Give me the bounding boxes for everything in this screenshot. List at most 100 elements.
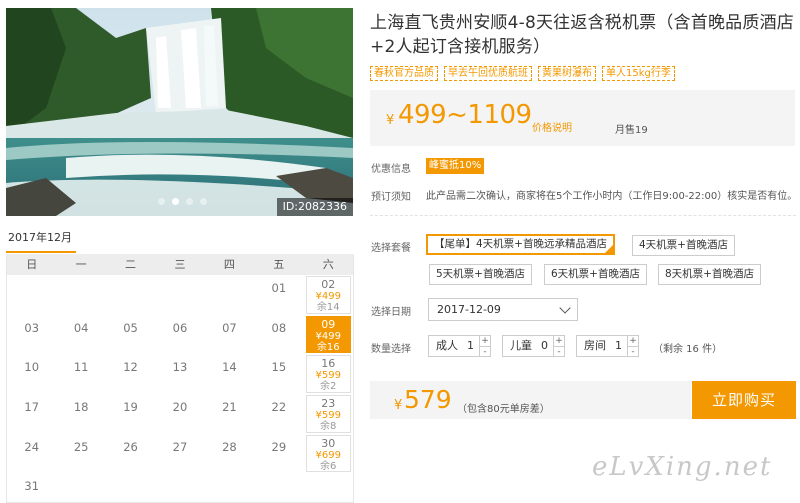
calendar-cell [56,275,105,315]
calendar-grid: 01 02 ¥499 余14 03 04 05 06 07 08 09 ¥499 余16 10 11 12 13… [7,275,353,503]
date-label: 选择日期 [371,307,411,318]
calendar-day-number: 07 [222,320,237,335]
feature-tag: 黄果树瀑布 [538,66,596,81]
carousel-dot[interactable] [186,198,193,205]
weekday-label: 三 [174,258,186,271]
calendar-cell: 09 ¥499 余16 [304,315,353,355]
room-value[interactable]: 1 [610,336,627,356]
calendar-day-number: 05 [123,320,138,335]
monthly-sales: 月售19 [615,125,648,136]
waterfall-image [6,8,353,216]
product-title: 上海直飞贵州安顺4-8天往返含税机票（含首晚品质酒店+2人起订含接机服务） [370,13,794,57]
package-option[interactable]: 6天机票+首晚酒店 [544,264,647,285]
calendar-day-number: 20 [172,400,188,415]
calendar-day-price: ¥499 [315,291,341,302]
calendar-cell: 30 ¥699 余6 [304,434,353,474]
calendar-cell: 15 [254,354,303,394]
room-label: 房间 [584,339,606,352]
watermark-logo: eLvXing.net [592,452,773,482]
room-plus-button[interactable]: + [628,336,638,346]
calendar-week-row: 01 02 ¥499 余14 [7,275,353,315]
child-stepper[interactable]: 儿童 0 + - [502,335,565,357]
calendar-cell: 03 [7,315,56,355]
calendar: 日一二三四五六 01 02 ¥499 余14 03 04 05 06 07 08 09 ¥499 余16… [6,254,354,503]
child-plus-button[interactable]: + [554,336,564,346]
calendar-day-number: 25 [73,439,89,454]
calendar-day-number: 16 [321,357,336,371]
weekday-label: 日 [26,258,38,271]
calendar-day-number: 12 [123,360,138,375]
calendar-week-row: 03 04 05 06 07 08 09 ¥499 余16 [7,315,353,355]
calendar-day-price: ¥699 [315,449,341,461]
calendar-cell [205,473,254,503]
calendar-day-selected[interactable]: 09 ¥499 余16 [305,315,351,354]
package-option[interactable]: 8天机票+首晚酒店 [658,264,761,285]
calendar-day-remaining: 余8 [320,421,337,433]
calendar-day-number: 03 [24,320,40,335]
calendar-month-tab[interactable]: 2017年12月 [6,229,76,253]
calendar-day-available[interactable]: 02 ¥499 余14 [305,276,351,314]
calendar-day-available[interactable]: 16 ¥599 余2 [305,355,351,394]
calendar-cell: 24 [7,434,56,474]
photo-id-label: ID:2082336 [276,198,353,216]
calendar-day-number: 01 [271,281,287,295]
package-option[interactable]: 5天机票+首晚酒店 [429,264,532,285]
carousel-dot[interactable] [200,198,207,205]
calendar-cell: 27 [155,434,204,474]
calendar-cell: 06 [155,315,204,355]
room-stepper[interactable]: 房间 1 + - [576,335,639,357]
chevron-down-icon [559,302,571,314]
adult-plus-button[interactable]: + [480,336,490,346]
calendar-day-number: 21 [222,400,237,415]
calendar-cell: 20 [155,394,204,434]
weekday-label: 二 [125,258,137,271]
adult-stepper[interactable]: 成人 1 + - [428,335,491,357]
calendar-day-number: 09 [321,317,336,331]
feature-tags: 春秋官方品质 早去午回优质航班 黄果树瀑布 单人15kg行李 [370,66,675,81]
feature-tag: 春秋官方品质 [370,66,438,81]
divider [370,215,796,216]
calendar-day-available[interactable]: 30 ¥699 余6 [305,434,351,473]
calendar-cell: 10 [7,354,56,394]
calendar-cell: 04 [56,315,105,355]
calendar-day-remaining: 余14 [316,302,340,313]
child-label: 儿童 [510,339,532,352]
calendar-day-number: 29 [271,439,287,454]
calendar-cell: 16 ¥599 余2 [304,354,353,394]
calendar-day-available[interactable]: 23 ¥599 余8 [305,395,351,433]
calendar-day-number: 31 [24,479,40,494]
date-select[interactable]: 2017-12-09 [428,298,578,321]
weekday-label: 五 [273,258,285,271]
price-explanation-link[interactable]: 价格说明 [532,119,572,134]
calendar-day-number: 10 [24,360,40,375]
carousel-dot-active[interactable] [172,198,179,205]
adult-value[interactable]: 1 [462,336,479,356]
promo-label: 优惠信息 [371,164,411,175]
promo-badge: 峰蜜抵10% [426,158,485,174]
booking-notice-text: 此产品需二次确认，商家将在5个工作小时内（工作日9:00-22:00）核实是否有… [426,191,798,202]
product-photo[interactable]: ID:2082336 [6,8,353,216]
calendar-cell: 29 [254,434,303,474]
calendar-cell [106,473,155,503]
calendar-cell: 02 ¥499 余14 [304,275,353,315]
room-minus-button[interactable]: - [628,346,638,357]
calendar-day-number: 17 [24,400,40,415]
calendar-cell [254,473,303,503]
calendar-cell [155,473,204,503]
calendar-day-number: 15 [271,360,287,375]
feature-tag: 早去午回优质航班 [444,66,532,81]
buy-now-button[interactable]: 立即购买 [692,381,796,419]
calendar-cell: 08 [254,315,303,355]
child-minus-button[interactable]: - [554,346,564,357]
total-price: 579 [404,385,452,414]
package-option-selected[interactable]: 【尾单】4天机票+首晚远承精品酒店 [426,234,615,255]
calendar-cell [205,275,254,315]
calendar-cell: 05 [106,315,155,355]
calendar-weekday-header: 日一二三四五六 [7,254,353,275]
carousel-dot[interactable] [158,198,165,205]
package-option[interactable]: 4天机票+首晚酒店 [632,235,735,256]
adult-minus-button[interactable]: - [480,346,490,357]
child-value[interactable]: 0 [536,336,553,356]
calendar-cell [106,275,155,315]
calendar-day-remaining: 余2 [320,381,337,393]
